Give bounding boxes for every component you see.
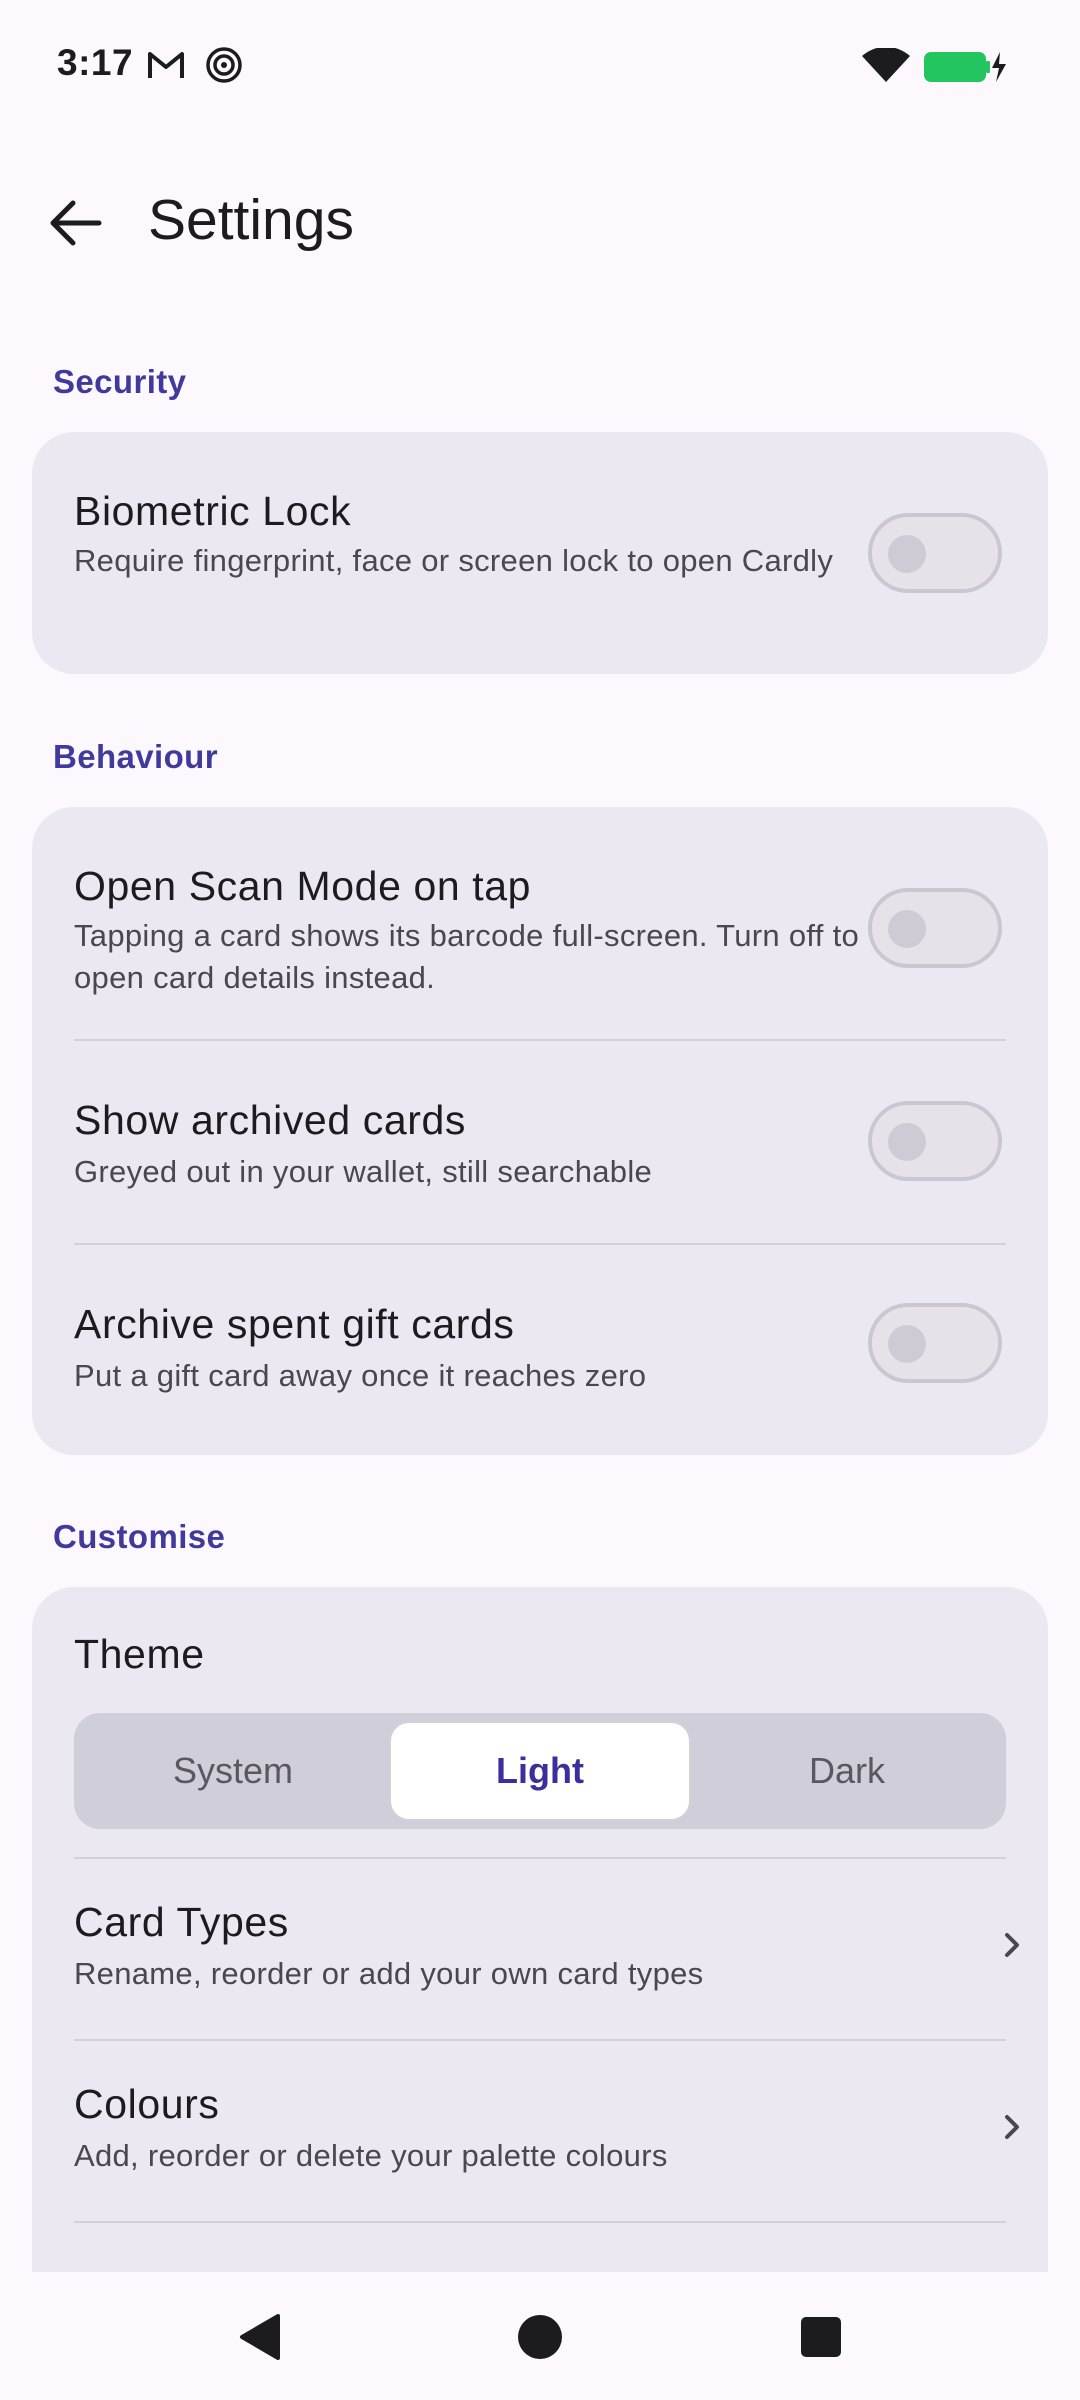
row-subtitle: Add, reorder or delete your palette colo…	[74, 2138, 668, 2173]
nav-back-icon[interactable]	[225, 2302, 295, 2372]
toggle-knob	[888, 1325, 926, 1363]
nav-recents-icon[interactable]	[786, 2302, 856, 2372]
app-bar: Settings	[0, 150, 1080, 280]
customise-card: Theme System Light Dark Card Types Renam…	[32, 1587, 1048, 2347]
nav-home-icon[interactable]	[505, 2302, 575, 2372]
status-bar: 3:17	[0, 0, 1080, 130]
behaviour-card: Open Scan Mode on tap Tapping a card sho…	[32, 807, 1048, 1455]
chevron-right-icon	[992, 1925, 1032, 1965]
toggle-knob	[888, 910, 926, 948]
row-subtitle: Greyed out in your wallet, still searcha…	[74, 1154, 653, 1189]
row-title: Show archived cards	[74, 1097, 466, 1143]
theme-option-system[interactable]: System	[82, 1721, 384, 1821]
row-title: Card Types	[74, 1899, 289, 1945]
status-time: 3:17	[57, 42, 134, 83]
colours-row[interactable]: Colours Add, reorder or delete your pale…	[32, 2041, 1048, 2221]
security-card: Biometric Lock Require fingerprint, face…	[32, 432, 1048, 674]
show-archived-row[interactable]: Show archived cards Greyed out in your w…	[32, 1041, 1048, 1243]
toggle-knob	[888, 1123, 926, 1161]
archive-gift-toggle[interactable]	[868, 1303, 1002, 1383]
chevron-right-icon	[992, 2107, 1032, 2147]
toggle-knob	[888, 535, 926, 573]
card-types-row[interactable]: Card Types Rename, reorder or add your o…	[32, 1859, 1048, 2039]
biometric-lock-toggle[interactable]	[868, 513, 1002, 593]
row-title: Archive spent gift cards	[74, 1301, 515, 1347]
row-subtitle: Require fingerprint, face or screen lock…	[74, 543, 834, 578]
system-nav-bar	[0, 2272, 1080, 2400]
theme-title: Theme	[74, 1631, 205, 1677]
page-title: Settings	[148, 188, 354, 252]
row-subtitle: Rename, reorder or add your own card typ…	[74, 1956, 704, 1991]
section-header-customise: Customise	[53, 1518, 226, 1555]
biometric-lock-row[interactable]: Biometric Lock Require fingerprint, face…	[32, 432, 1048, 674]
theme-option-light[interactable]: Light	[389, 1721, 691, 1821]
row-subtitle: Put a gift card away once it reaches zer…	[74, 1358, 647, 1393]
section-header-behaviour: Behaviour	[53, 738, 218, 775]
scan-mode-row[interactable]: Open Scan Mode on tap Tapping a card sho…	[32, 807, 1048, 1039]
battery-charging-icon	[924, 50, 1008, 89]
theme-segmented-control: System Light Dark	[74, 1713, 1006, 1829]
divider	[74, 2221, 1006, 2223]
row-title: Biometric Lock	[74, 488, 352, 534]
hotspot-icon	[205, 46, 243, 89]
wifi-icon	[862, 46, 910, 89]
arrow-back-icon	[47, 198, 103, 253]
show-archived-toggle[interactable]	[868, 1101, 1002, 1181]
section-header-security: Security	[53, 363, 187, 400]
gmail-icon	[146, 48, 186, 85]
row-subtitle: Tapping a card shows its barcode full-sc…	[74, 918, 860, 995]
row-title: Colours	[74, 2081, 220, 2127]
theme-option-dark[interactable]: Dark	[696, 1721, 998, 1821]
back-button[interactable]	[30, 180, 120, 270]
archive-gift-row[interactable]: Archive spent gift cards Put a gift card…	[32, 1245, 1048, 1455]
scan-mode-toggle[interactable]	[868, 888, 1002, 968]
row-title: Open Scan Mode on tap	[74, 863, 532, 909]
